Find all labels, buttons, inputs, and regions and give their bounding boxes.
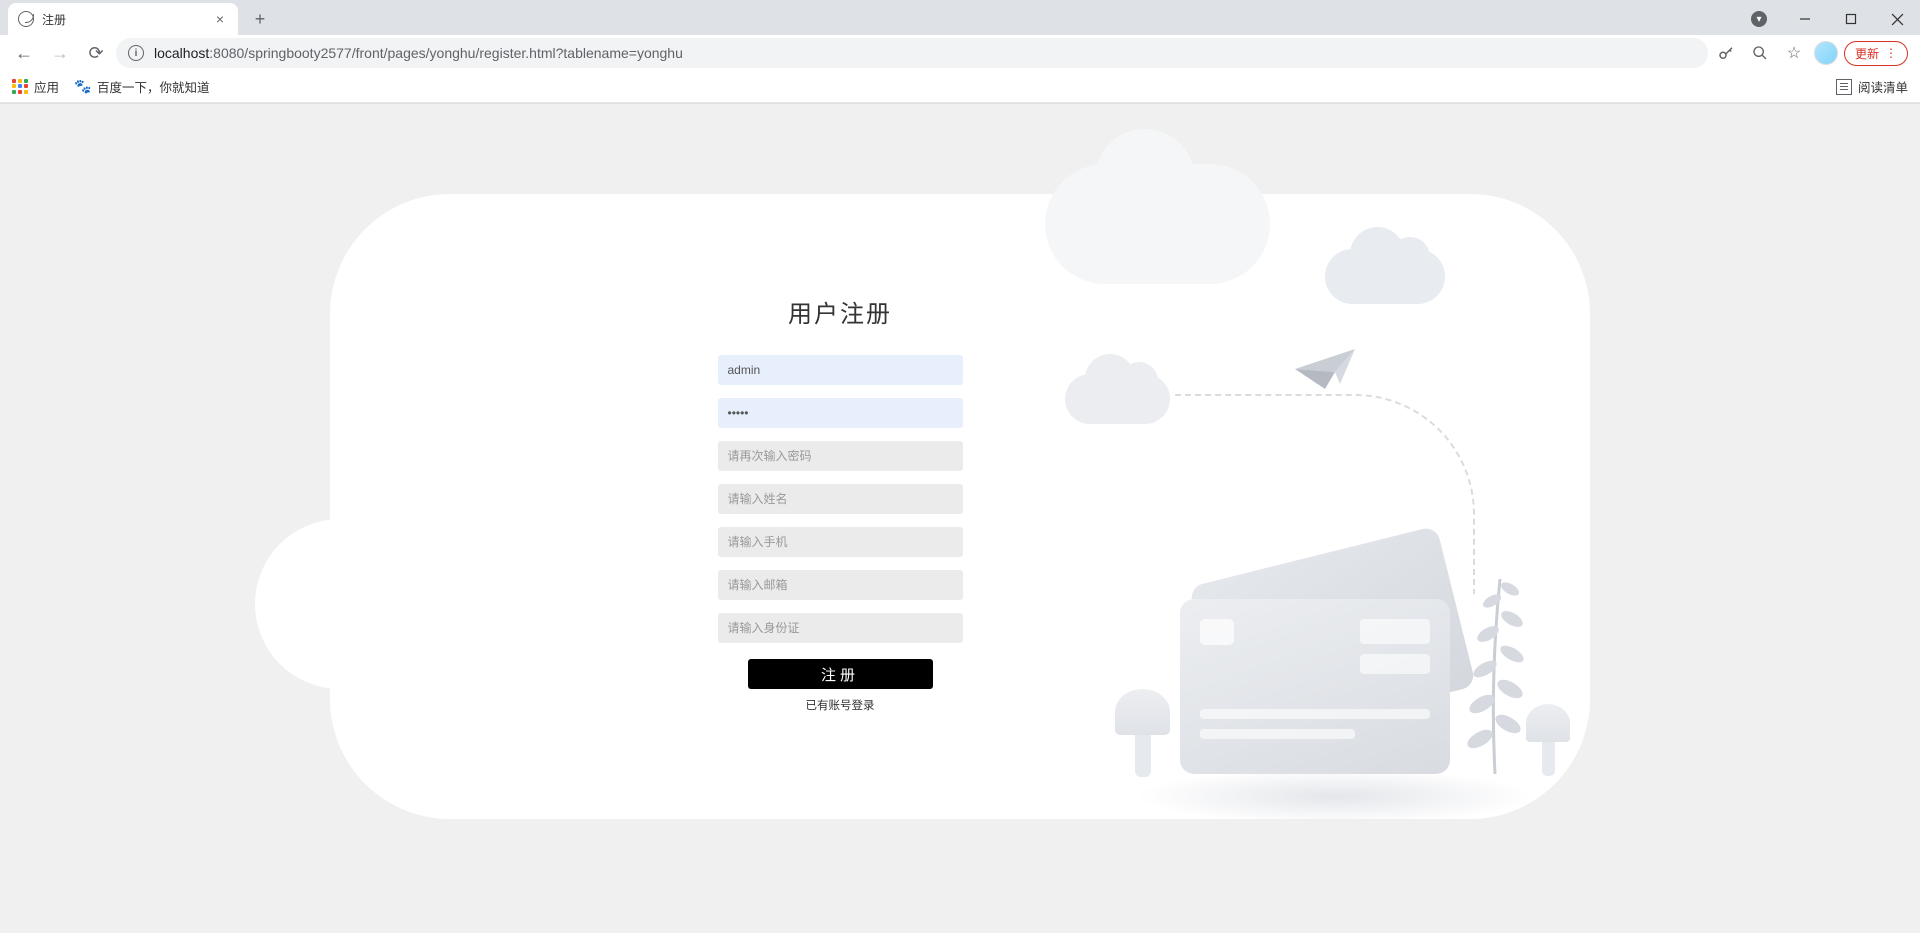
username-input[interactable] [718, 355, 963, 385]
close-window-button[interactable] [1874, 3, 1920, 35]
maximize-button[interactable] [1828, 3, 1874, 35]
bookmarks-bar: 应用 🐾 百度一下，你就知道 阅读清单 [0, 71, 1920, 103]
idcard-input[interactable] [718, 613, 963, 643]
register-form: 用户注册 注册 已有账号登录 [690, 294, 990, 713]
new-tab-button[interactable]: + [246, 5, 274, 33]
zoom-icon[interactable] [1746, 39, 1774, 67]
profile-avatar[interactable] [1814, 41, 1838, 65]
name-input[interactable] [718, 484, 963, 514]
url-input[interactable]: i localhost:8080/springbooty2577/front/p… [116, 38, 1708, 68]
globe-icon [18, 11, 34, 27]
baidu-paw-icon: 🐾 [75, 79, 91, 95]
password-key-icon[interactable] [1712, 39, 1740, 67]
apps-grid-icon [12, 79, 28, 95]
tab-title: 注册 [42, 11, 204, 28]
mushroom-decoration [1526, 704, 1570, 774]
update-button[interactable]: 更新 ⋮ [1844, 41, 1908, 66]
close-tab-icon[interactable]: × [212, 11, 228, 27]
card-bump-decoration [255, 519, 425, 689]
paper-plane-icon [1290, 344, 1360, 394]
form-title: 用户注册 [788, 294, 892, 329]
window-controls: ▾ [1736, 3, 1920, 35]
reload-button[interactable]: ⟳ [80, 37, 112, 69]
password-input[interactable] [718, 398, 963, 428]
update-label: 更新 [1855, 45, 1879, 62]
page-viewport: 用户注册 注册 已有账号登录 [0, 104, 1920, 933]
minimize-button[interactable] [1782, 3, 1828, 35]
confirm-password-input[interactable] [718, 441, 963, 471]
apps-label: 应用 [34, 77, 59, 96]
browser-tab[interactable]: 注册 × [8, 3, 238, 35]
content-card: 用户注册 注册 已有账号登录 [330, 194, 1590, 819]
mushroom-decoration [1115, 689, 1170, 774]
apps-shortcut[interactable]: 应用 [12, 77, 59, 96]
cloud-decoration [1325, 249, 1445, 304]
bookmark-baidu[interactable]: 🐾 百度一下，你就知道 [75, 77, 210, 96]
credit-card-illustration [1180, 579, 1475, 779]
menu-dots-icon: ⋮ [1885, 46, 1897, 60]
address-bar: ← → ⟳ i localhost:8080/springbooty2577/f… [0, 35, 1920, 71]
back-button[interactable]: ← [8, 37, 40, 69]
register-button[interactable]: 注册 [748, 659, 933, 689]
cloud-decoration [1065, 374, 1170, 424]
url-host: localhost [154, 45, 209, 61]
email-input[interactable] [718, 570, 963, 600]
url-path: :8080/springbooty2577/front/pages/yonghu… [209, 45, 683, 61]
reading-list-icon [1836, 79, 1852, 95]
cloud-decoration [1045, 164, 1270, 284]
site-info-icon[interactable]: i [128, 45, 144, 61]
reading-list-label: 阅读清单 [1858, 77, 1908, 96]
tab-bar: 注册 × + ▾ [0, 0, 1920, 35]
baidu-label: 百度一下，你就知道 [97, 77, 210, 96]
reading-list-button[interactable]: 阅读清单 [1836, 77, 1908, 96]
address-bar-actions: ☆ 更新 ⋮ [1712, 39, 1912, 67]
phone-input[interactable] [718, 527, 963, 557]
forward-button[interactable]: → [44, 37, 76, 69]
login-link[interactable]: 已有账号登录 [806, 697, 875, 713]
browser-chrome: 注册 × + ▾ ← → ⟳ i localhost:8080/springbo… [0, 0, 1920, 104]
account-icon[interactable]: ▾ [1736, 3, 1782, 35]
bookmark-star-icon[interactable]: ☆ [1780, 39, 1808, 67]
